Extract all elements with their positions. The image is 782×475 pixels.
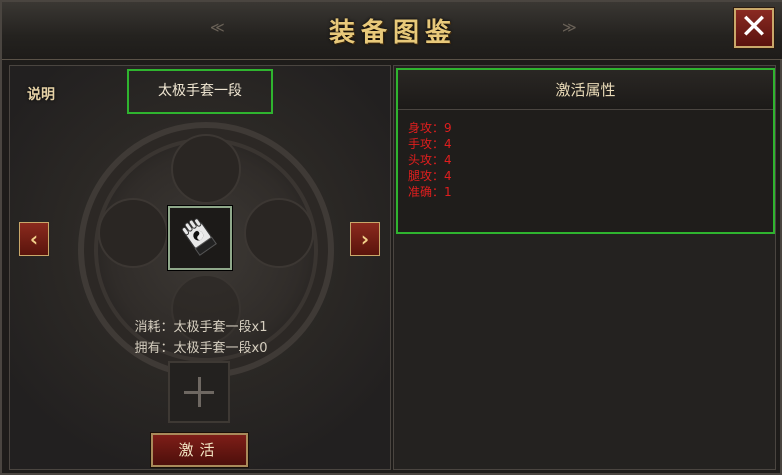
explain-icon[interactable]: 说明 <box>24 78 58 112</box>
attribute-row: 准确：1 <box>408 185 452 199</box>
attribute-row: 腿攻：4 <box>408 169 452 183</box>
title-bar: ≪ 装备图鉴 ≫ ✕ <box>2 2 782 60</box>
consume-text: 消耗：太极手套一段x1 <box>134 320 268 335</box>
title-right-ornament: ≫ <box>562 20 577 36</box>
next-item-button[interactable]: › <box>350 222 380 256</box>
close-button[interactable]: ✕ <box>734 8 774 48</box>
window-title: 装备图鉴 <box>328 18 457 48</box>
attribute-row: 头攻：4 <box>408 153 452 167</box>
item-panel: 说明 太极手套一段 ‹ › 消耗：太极手套一段x1 拥有：太极手套一段x0 激活 <box>9 65 391 470</box>
previous-item-button[interactable]: ‹ <box>19 222 49 256</box>
item-name: 太极手套一段 <box>127 69 273 114</box>
material-slot[interactable] <box>168 361 230 423</box>
attribute-row: 手攻：4 <box>408 137 452 151</box>
disc-slot-right <box>244 198 314 268</box>
owned-text: 拥有：太极手套一段x0 <box>134 341 268 356</box>
disc-slot-left <box>98 198 168 268</box>
attribute-list: 身攻：9 手攻：4 头攻：4 腿攻：4 准确：1 <box>398 110 773 200</box>
attributes-header: 激活属性 <box>398 70 773 110</box>
glove-icon <box>181 218 217 256</box>
attribute-row: 身攻：9 <box>408 121 452 135</box>
item-slot[interactable] <box>168 206 232 270</box>
activate-button[interactable]: 激活 <box>151 433 248 467</box>
attributes-panel: 激活属性 身攻：9 手攻：4 头攻：4 腿攻：4 准确：1 <box>393 65 776 470</box>
disc-slot-top <box>171 134 241 204</box>
equipment-codex-window: ≪ 装备图鉴 ≫ ✕ 说明 太极手套一段 ‹ › 消耗：太极手套一段x1 拥有：… <box>0 0 782 475</box>
activation-attributes-box: 激活属性 身攻：9 手攻：4 头攻：4 腿攻：4 准确：1 <box>396 68 775 234</box>
plus-icon-v <box>198 377 201 407</box>
